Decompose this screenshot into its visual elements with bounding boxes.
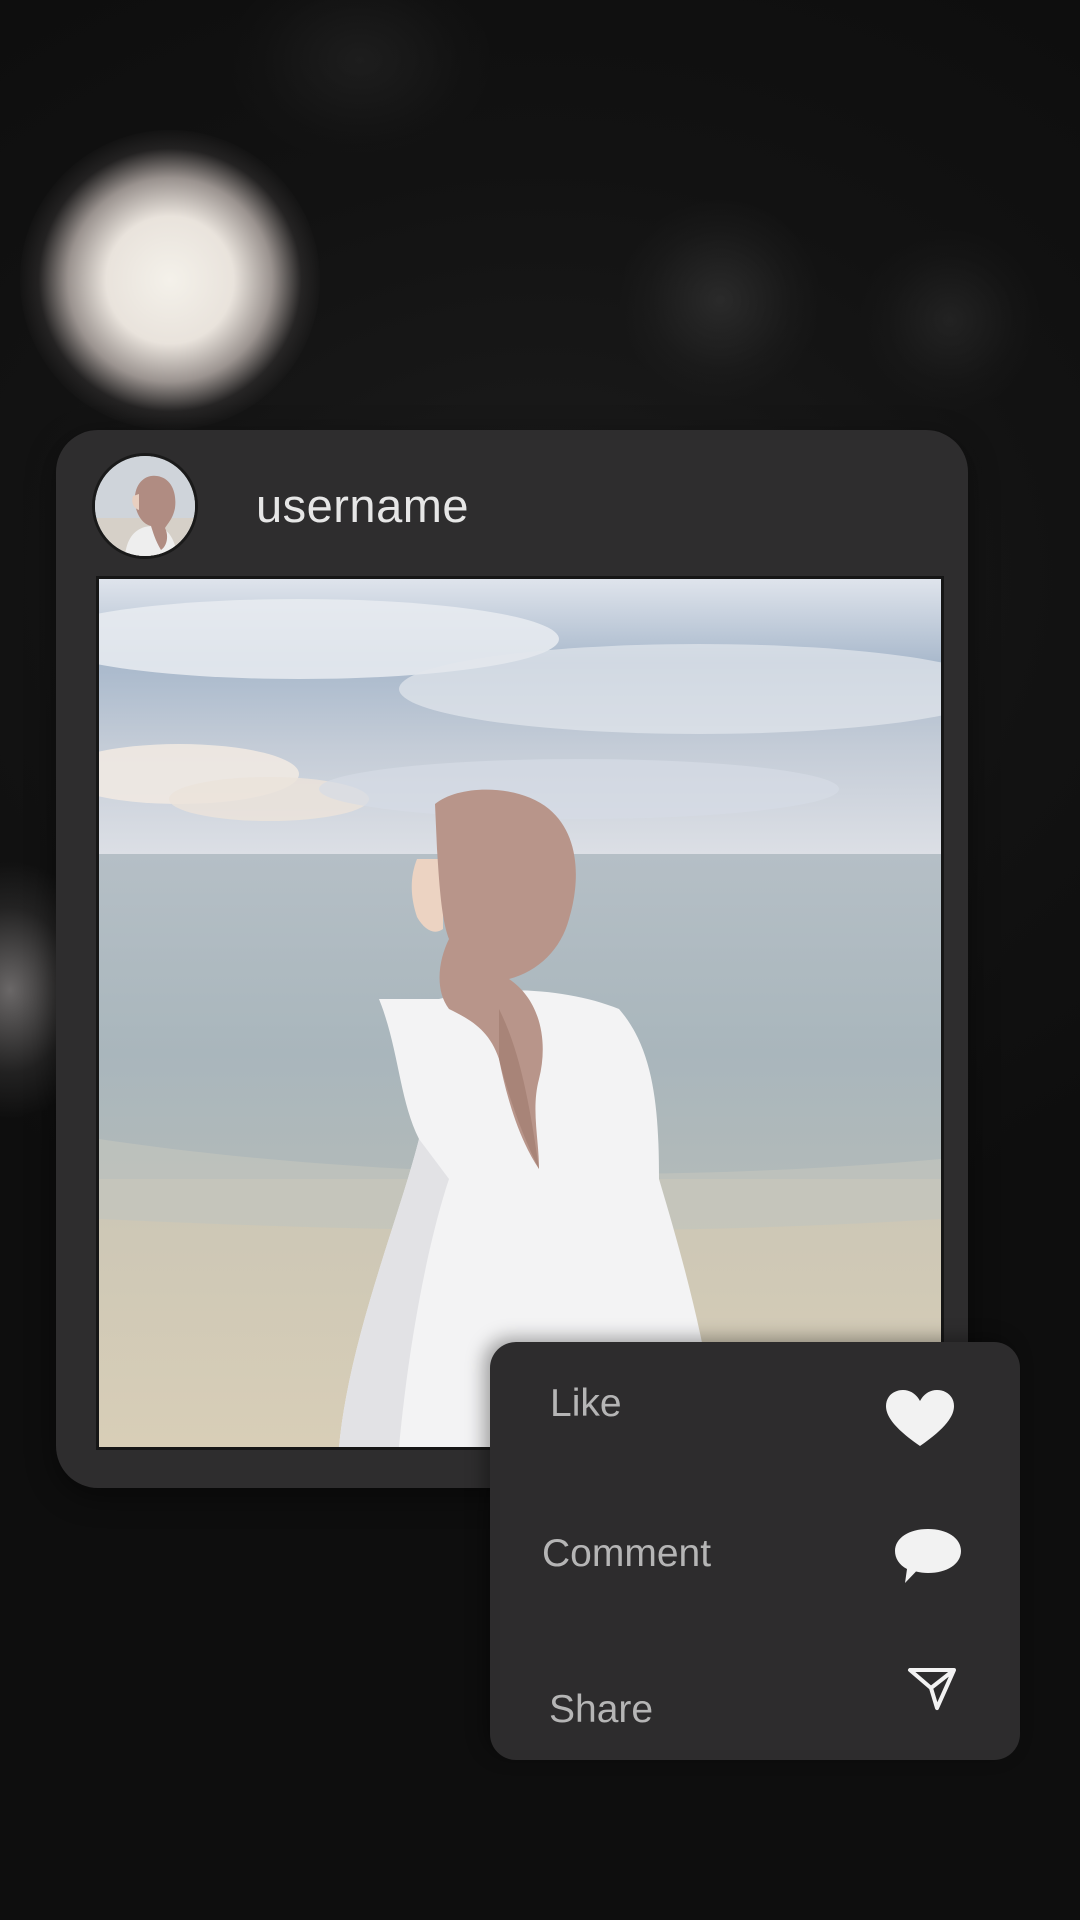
avatar-photo xyxy=(95,456,195,556)
share-label[interactable]: Share xyxy=(549,1688,653,1732)
post-photo[interactable] xyxy=(96,576,944,1450)
bokeh-light xyxy=(230,0,490,160)
screen: username Like Comment Share xyxy=(0,0,1080,1920)
like-label[interactable]: Like xyxy=(550,1382,622,1426)
comment-label[interactable]: Comment xyxy=(542,1532,711,1576)
bokeh-light xyxy=(20,130,320,430)
heart-icon[interactable] xyxy=(884,1388,956,1455)
post-image xyxy=(99,579,941,1447)
speech-bubble-icon[interactable] xyxy=(893,1527,963,1590)
paper-plane-icon[interactable] xyxy=(907,1667,957,1716)
bokeh-light xyxy=(860,230,1040,410)
bokeh-light xyxy=(620,200,820,400)
username[interactable]: username xyxy=(256,478,469,533)
avatar[interactable] xyxy=(92,453,198,559)
